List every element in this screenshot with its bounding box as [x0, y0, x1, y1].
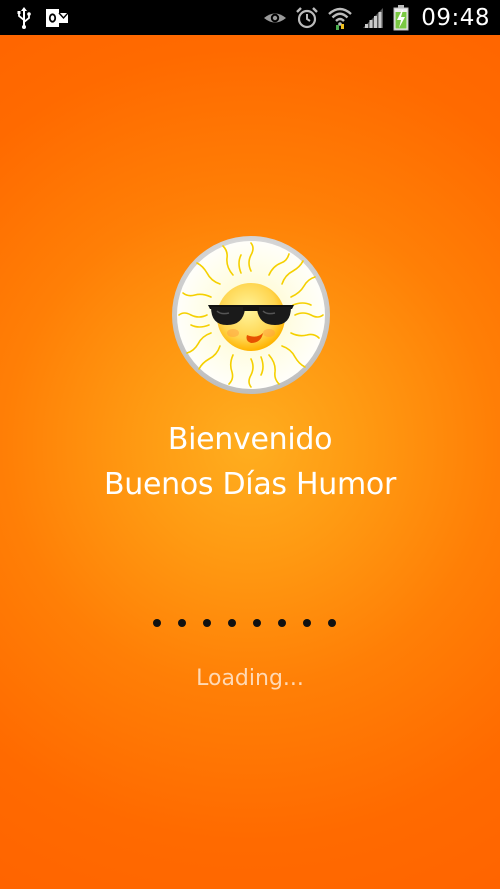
progress-dot	[203, 619, 211, 627]
progress-dot	[228, 619, 236, 627]
loading-progress-dots	[153, 619, 343, 629]
alarm-icon	[295, 6, 319, 30]
progress-dot	[303, 619, 311, 627]
signal-icon	[361, 7, 385, 29]
progress-dot	[153, 619, 161, 627]
eye-icon	[263, 9, 287, 27]
status-bar-right: 09:48	[263, 0, 490, 35]
sun-with-sunglasses-icon	[171, 235, 331, 395]
app-name-title: Buenos Días Humor	[104, 467, 396, 502]
status-clock: 09:48	[421, 4, 490, 31]
status-bar: 09:48	[0, 0, 500, 35]
outlook-icon	[46, 8, 68, 28]
progress-dot	[178, 619, 186, 627]
battery-charging-icon	[393, 4, 409, 31]
splash-screen: Bienvenido Buenos Días Humor Loading...	[0, 35, 500, 889]
wifi-icon	[327, 5, 353, 31]
progress-dot	[278, 619, 286, 627]
loading-label: Loading...	[196, 666, 304, 691]
welcome-title: Bienvenido	[167, 422, 333, 457]
progress-dot	[253, 619, 261, 627]
status-bar-left	[16, 0, 68, 35]
progress-dot	[328, 619, 336, 627]
usb-icon	[16, 6, 32, 29]
